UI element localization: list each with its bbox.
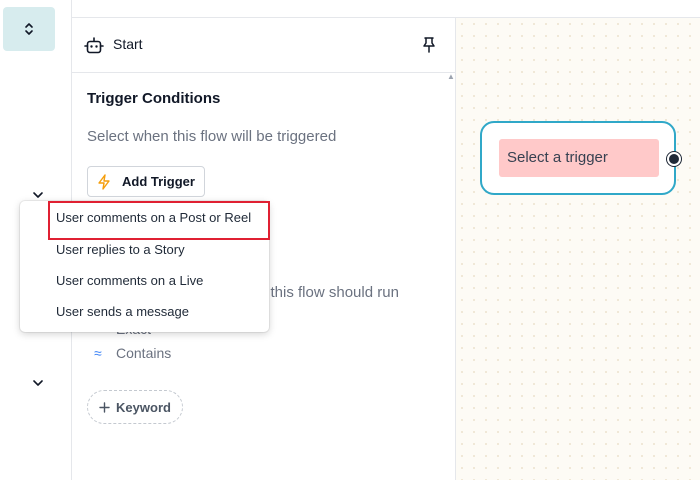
scroll-up-arrow[interactable]: ▲ — [447, 73, 455, 81]
rail-collapse-button-2[interactable] — [30, 375, 46, 391]
add-trigger-label: Add Trigger — [122, 174, 195, 189]
robot-icon — [84, 37, 104, 54]
top-bar — [72, 0, 700, 18]
add-trigger-button[interactable]: Add Trigger — [87, 166, 205, 197]
dropdown-item-story-reply[interactable]: User replies to a Story — [20, 234, 269, 265]
partially-hidden-text: n this flow should run — [258, 284, 399, 301]
panel-header: Start — [72, 18, 456, 73]
pin-icon[interactable] — [421, 36, 437, 54]
keyword-label: Keyword — [116, 399, 171, 415]
match-option-contains[interactable]: ≈ Contains — [94, 345, 171, 361]
lightning-icon — [97, 173, 113, 190]
rail-expand-toggle[interactable] — [3, 7, 55, 51]
trigger-node-label[interactable]: Select a trigger — [499, 139, 659, 177]
trigger-dropdown-menu: User comments on a Post or Reel User rep… — [20, 201, 269, 332]
node-output-handle[interactable] — [667, 152, 681, 166]
dropdown-item-message[interactable]: User sends a message — [20, 296, 269, 327]
chevron-down-icon — [33, 192, 43, 198]
dropdown-item-live-comment[interactable]: User comments on a Live — [20, 265, 269, 296]
dropdown-item-post-or-reel[interactable]: User comments on a Post or Reel — [20, 202, 269, 233]
add-keyword-button[interactable]: Keyword — [87, 390, 183, 424]
flow-canvas[interactable]: Select a trigger — [456, 18, 700, 480]
trigger-conditions-heading: Trigger Conditions — [87, 90, 221, 107]
trigger-node[interactable]: Select a trigger — [480, 121, 681, 195]
chevron-up-down-icon — [25, 23, 33, 35]
plus-icon — [99, 401, 110, 413]
match-option-label: Contains — [116, 345, 172, 361]
app-root: Start ▲ Trigger Conditions Select when t… — [0, 0, 700, 480]
approx-icon: ≈ — [94, 345, 102, 361]
trigger-conditions-subtitle: Select when this flow will be triggered — [87, 128, 337, 145]
chevron-down-icon — [33, 380, 43, 386]
panel-title: Start — [113, 36, 143, 52]
